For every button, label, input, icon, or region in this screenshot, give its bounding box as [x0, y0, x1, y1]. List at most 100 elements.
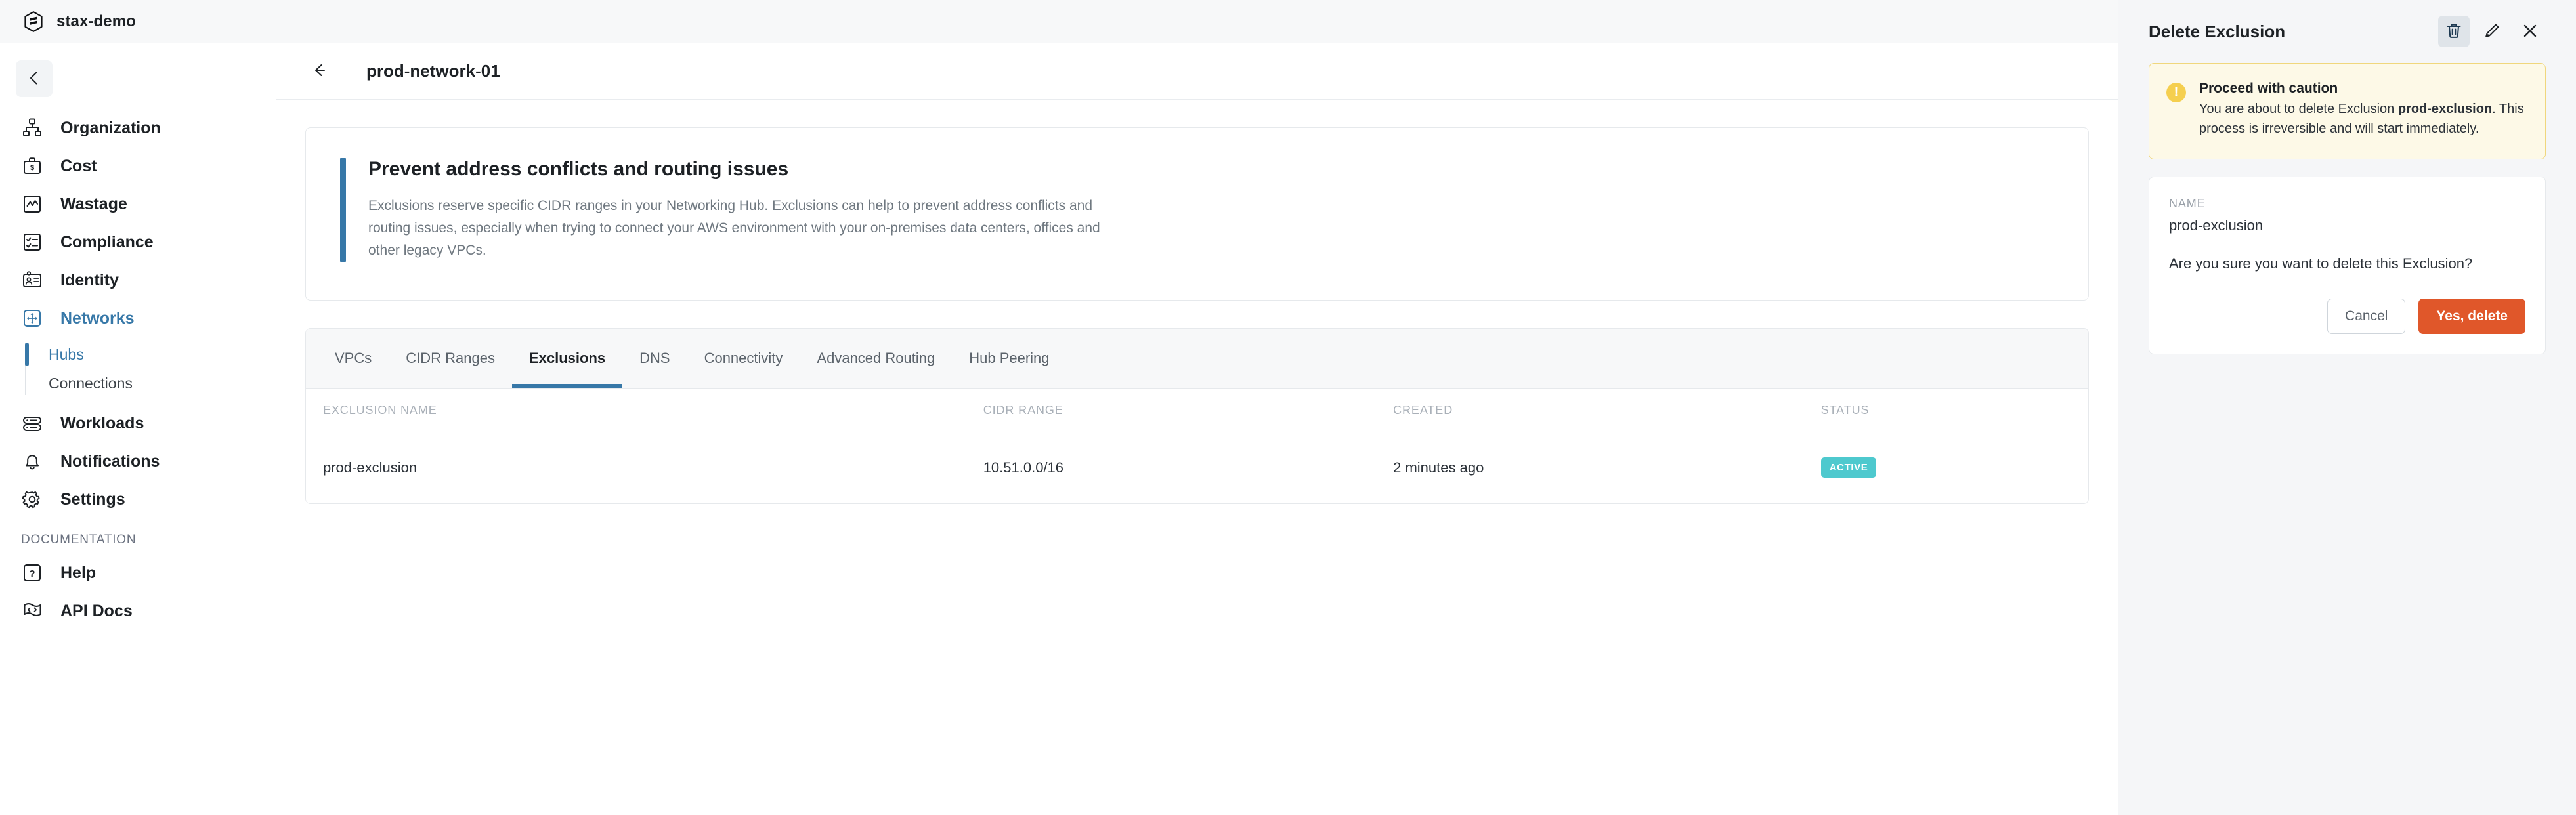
page-title: prod-network-01: [366, 61, 500, 81]
page-header: prod-network-01: [276, 43, 2118, 100]
confirm-delete-button[interactable]: Yes, delete: [2418, 298, 2525, 334]
caution-alert: ! Proceed with caution You are about to …: [2149, 63, 2546, 159]
tab-cidr-ranges[interactable]: CIDR Ranges: [389, 329, 512, 388]
org-chart-icon: [21, 117, 43, 139]
back-button[interactable]: [300, 53, 337, 90]
close-panel-icon-button[interactable]: [2514, 16, 2546, 47]
tab-dns[interactable]: DNS: [622, 329, 687, 388]
sidebar-section-documentation: DOCUMENTATION: [21, 533, 137, 547]
alert-title: Proceed with caution: [2199, 81, 2338, 96]
edit-exclusion-icon-button[interactable]: [2476, 16, 2508, 47]
tab-vpcs[interactable]: VPCs: [318, 329, 389, 388]
table-header-row: EXCLUSION NAME CIDR RANGE CREATED STATUS: [306, 389, 2088, 433]
info-accent-bar: [340, 158, 346, 262]
svg-text:?: ?: [29, 568, 35, 579]
tab-hub-peering[interactable]: Hub Peering: [952, 329, 1066, 388]
sidebar-item-label: Identity: [60, 270, 119, 289]
main-content: prod-network-01 Prevent address conflict…: [276, 43, 2118, 815]
app-root: stax-demo Organization $ Cost Wastage Co…: [0, 0, 2576, 815]
table-head: EXCLUSION NAME CIDR RANGE CREATED STATUS: [306, 389, 2088, 433]
delete-confirm-card: NAME prod-exclusion Are you sure you wan…: [2149, 176, 2546, 354]
tab-bar: VPCs CIDR Ranges Exclusions DNS Connecti…: [306, 329, 2088, 390]
sidebar-item-label: Organization: [60, 118, 161, 137]
name-field-value: prod-exclusion: [2169, 217, 2264, 234]
sidebar-item-label: Help: [60, 563, 97, 582]
confirm-question: Are you sure you want to delete this Exc…: [2169, 255, 2473, 272]
sidebar-subitem-label: Hubs: [49, 345, 84, 363]
server-stack-icon: [21, 412, 43, 434]
sidebar-item-workloads[interactable]: Workloads: [0, 404, 276, 442]
sidebar: Organization $ Cost Wastage Compliance I…: [0, 43, 276, 815]
exclusions-table: EXCLUSION NAME CIDR RANGE CREATED STATUS…: [306, 389, 2088, 504]
delete-exclusion-panel: Delete Exclusion ! Proceed with caution …: [2118, 0, 2576, 815]
chevron-left-icon: [26, 70, 43, 89]
sidebar-item-cost[interactable]: $ Cost: [0, 147, 276, 185]
table-row[interactable]: prod-exclusion 10.51.0.0/16 2 minutes ag…: [306, 432, 2088, 504]
warning-exclamation-icon: !: [2166, 83, 2186, 102]
briefcase-dollar-icon: $: [21, 155, 43, 177]
table-body: prod-exclusion 10.51.0.0/16 2 minutes ag…: [306, 432, 2088, 504]
alert-text-before: You are about to delete Exclusion: [2199, 102, 2398, 116]
tab-exclusions[interactable]: Exclusions: [511, 329, 623, 389]
info-card: Prevent address conflicts and routing is…: [305, 127, 2089, 301]
sidebar-item-label: Workloads: [60, 413, 144, 432]
content-area: Prevent address conflicts and routing is…: [276, 100, 2118, 505]
sidebar-item-api-docs[interactable]: API Docs: [0, 592, 276, 630]
gear-icon: [21, 488, 43, 511]
sidebar-item-label: Notifications: [60, 451, 160, 470]
svg-text:$: $: [30, 164, 34, 172]
brand[interactable]: stax-demo: [0, 10, 136, 33]
info-card-title: Prevent address conflicts and routing is…: [368, 158, 789, 180]
tab-advanced-routing[interactable]: Advanced Routing: [800, 329, 952, 388]
cell-exclusion-name: prod-exclusion: [306, 432, 983, 504]
sidebar-item-compliance[interactable]: Compliance: [0, 223, 276, 261]
close-icon: [2521, 22, 2539, 42]
panel-title: Delete Exclusion: [2149, 21, 2286, 41]
sidebar-subitem-label: Connections: [49, 374, 133, 392]
delete-exclusion-icon-button[interactable]: [2438, 16, 2470, 47]
stax-hex-logo-icon: [22, 10, 45, 33]
sidebar-collapse-button[interactable]: [16, 60, 53, 97]
button-row: Cancel Yes, delete: [2169, 298, 2525, 334]
alert-body: Proceed with caution You are about to de…: [2199, 81, 2528, 139]
column-header-status[interactable]: STATUS: [1820, 389, 2088, 433]
sidebar-item-wastage[interactable]: Wastage: [0, 185, 276, 223]
tabs-card: VPCs CIDR Ranges Exclusions DNS Connecti…: [305, 328, 2089, 505]
panel-header: Delete Exclusion: [2149, 0, 2546, 63]
sidebar-item-label: Networks: [60, 308, 135, 327]
sidebar-item-organization[interactable]: Organization: [0, 109, 276, 147]
arrow-left-icon: [309, 60, 328, 82]
cell-cidr-range: 10.51.0.0/16: [983, 432, 1394, 504]
name-field-label: NAME: [2169, 196, 2206, 210]
sidebar-item-identity[interactable]: Identity: [0, 261, 276, 299]
code-flag-icon: [21, 600, 43, 622]
org-name: stax-demo: [56, 12, 136, 30]
chart-line-box-icon: [21, 193, 43, 215]
cell-status: ACTIVE: [1820, 432, 2088, 504]
networks-subnav: Hubs Connections: [0, 340, 276, 398]
sidebar-subitem-hubs[interactable]: Hubs: [25, 340, 276, 369]
info-card-description: Exclusions reserve specific CIDR ranges …: [368, 198, 1100, 259]
status-badge: ACTIVE: [1820, 457, 1877, 478]
sidebar-item-help[interactable]: ? Help: [0, 554, 276, 592]
alert-text-bold: prod-exclusion: [2397, 102, 2493, 116]
cancel-button[interactable]: Cancel: [2327, 298, 2406, 334]
move-arrows-box-icon: [21, 307, 43, 329]
sidebar-item-notifications[interactable]: Notifications: [0, 442, 276, 480]
alert-text: You are about to delete Exclusion prod-e…: [2199, 99, 2528, 139]
tab-connectivity[interactable]: Connectivity: [687, 329, 800, 388]
sidebar-item-networks[interactable]: Networks: [0, 299, 276, 337]
cell-created: 2 minutes ago: [1393, 432, 1821, 504]
panel-actions: [2438, 16, 2546, 47]
sidebar-subitem-connections[interactable]: Connections: [49, 369, 276, 398]
column-header-exclusion-name[interactable]: EXCLUSION NAME: [306, 389, 983, 433]
trash-icon: [2445, 22, 2463, 42]
checklist-icon: [21, 231, 43, 253]
sidebar-item-label: Cost: [60, 156, 97, 175]
sidebar-item-label: Settings: [60, 490, 125, 509]
sidebar-item-settings[interactable]: Settings: [0, 480, 276, 518]
column-header-cidr-range[interactable]: CIDR RANGE: [983, 389, 1394, 433]
sidebar-item-label: Wastage: [60, 194, 127, 213]
sidebar-item-label: Compliance: [60, 232, 154, 251]
column-header-created[interactable]: CREATED: [1393, 389, 1821, 433]
